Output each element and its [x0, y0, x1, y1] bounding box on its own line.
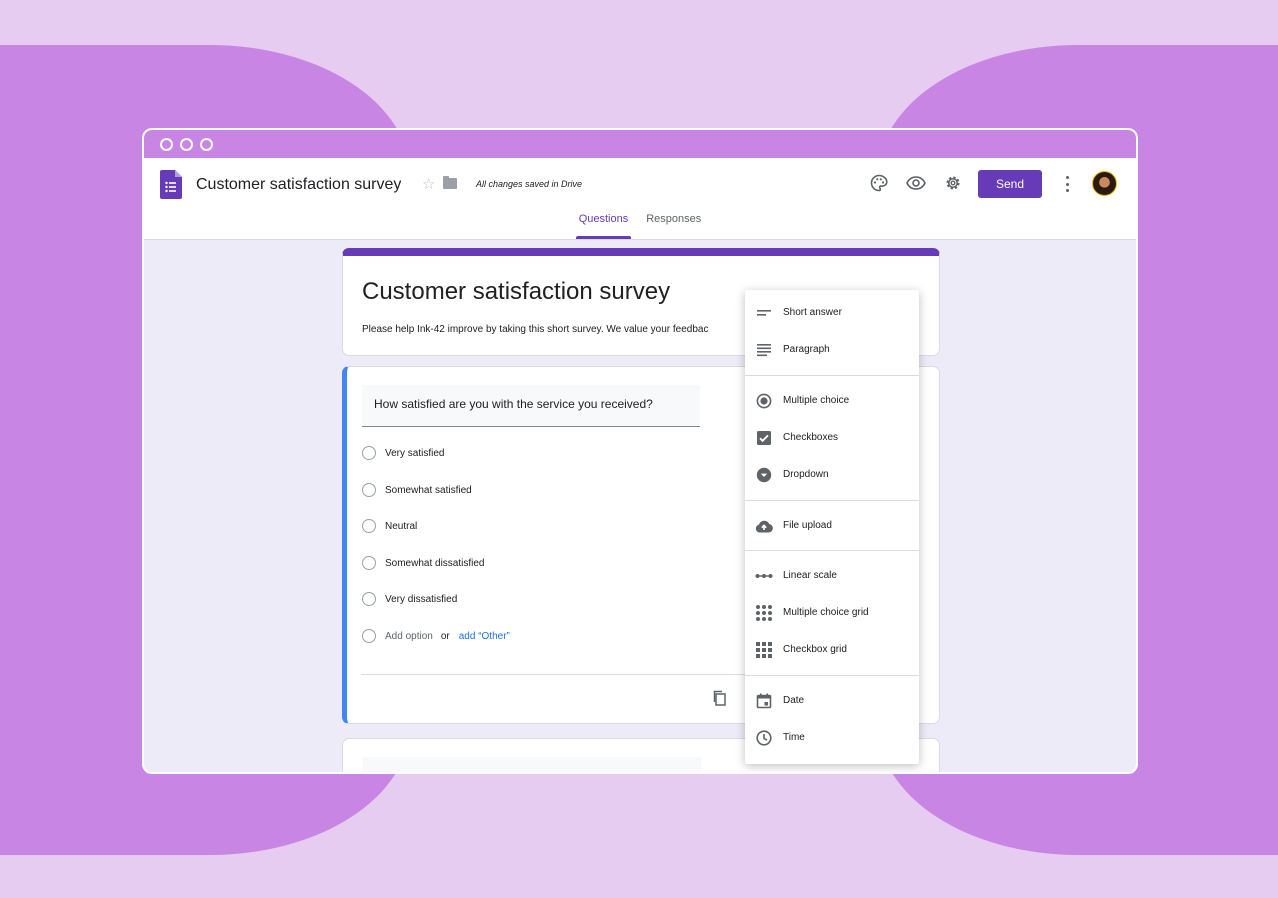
menu-item-time[interactable]: Time: [745, 719, 919, 756]
option-label[interactable]: Somewhat satisfied: [385, 485, 472, 496]
menu-item-file-upload[interactable]: File upload: [745, 507, 919, 544]
option-item[interactable]: Neutral: [362, 519, 417, 533]
tab-questions[interactable]: Questions: [575, 209, 632, 239]
gear-icon[interactable]: [942, 172, 964, 194]
menu-item-multiple-choice-grid[interactable]: Multiple choice grid: [745, 594, 919, 631]
menu-label: File upload: [783, 520, 832, 531]
menu-divider: [745, 675, 919, 676]
menu-label: Date: [783, 695, 805, 706]
menu-item-paragraph[interactable]: Paragraph: [745, 331, 919, 368]
palette-icon[interactable]: [868, 172, 890, 194]
menu-item-dropdown[interactable]: Dropdown: [745, 456, 919, 493]
background-band-top: [0, 0, 1278, 45]
paragraph-icon: [755, 341, 773, 359]
add-option-row: Add option or add “Other”: [362, 629, 510, 643]
window-titlebar: [144, 130, 1136, 158]
calendar-icon: [755, 692, 773, 710]
short-answer-icon: [755, 304, 773, 322]
radio-icon: [362, 629, 376, 643]
radio-button-icon: [755, 392, 773, 410]
menu-label: Linear scale: [783, 570, 837, 581]
next-question-field[interactable]: [363, 757, 701, 772]
option-item[interactable]: Very dissatisfied: [362, 592, 457, 606]
forms-logo-icon[interactable]: [160, 170, 182, 199]
radio-icon: [362, 556, 376, 570]
browser-window: Customer satisfaction survey ☆ All chang…: [142, 128, 1138, 774]
document-title[interactable]: Customer satisfaction survey: [196, 176, 401, 194]
dot-grid-icon: [755, 604, 773, 622]
checkbox-grid-icon: [755, 641, 773, 659]
window-minimize-dot[interactable]: [180, 137, 193, 151]
menu-item-checkboxes[interactable]: Checkboxes: [745, 419, 919, 456]
option-item[interactable]: Somewhat dissatisfied: [362, 556, 485, 570]
option-item[interactable]: Very satisfied: [362, 446, 444, 460]
star-icon[interactable]: ☆: [422, 175, 435, 193]
form-description[interactable]: Please help Ink-42 improve by taking thi…: [362, 324, 746, 335]
forms-app-bar: Customer satisfaction survey ☆ All chang…: [144, 158, 1136, 240]
add-other-link[interactable]: add “Other”: [459, 631, 510, 642]
menu-label: Paragraph: [783, 344, 830, 355]
menu-item-checkbox-grid[interactable]: Checkbox grid: [745, 631, 919, 668]
window-close-dot[interactable]: [160, 137, 173, 151]
radio-icon: [362, 519, 376, 533]
menu-label: Short answer: [783, 307, 842, 318]
linear-scale-icon: [755, 567, 773, 585]
add-option-button[interactable]: Add option: [385, 631, 433, 642]
card-divider: [361, 674, 779, 675]
menu-item-short-answer[interactable]: Short answer: [745, 294, 919, 331]
cloud-upload-icon: [755, 517, 773, 535]
option-label[interactable]: Neutral: [385, 521, 417, 532]
dropdown-icon: [755, 466, 773, 484]
option-label[interactable]: Very satisfied: [385, 448, 444, 459]
form-title[interactable]: Customer satisfaction survey: [362, 278, 670, 306]
menu-label: Time: [783, 732, 805, 743]
question-type-menu: Short answer Paragraph Multiple choice C…: [745, 290, 919, 764]
option-label[interactable]: Very dissatisfied: [385, 594, 457, 605]
option-label[interactable]: Somewhat dissatisfied: [385, 558, 485, 569]
menu-label: Dropdown: [783, 469, 829, 480]
save-status: All changes saved in Drive: [476, 179, 583, 189]
copy-icon[interactable]: [712, 690, 726, 706]
menu-label: Checkboxes: [783, 432, 839, 443]
clock-icon: [755, 729, 773, 747]
avatar[interactable]: [1092, 171, 1117, 196]
radio-icon: [362, 446, 376, 460]
more-vert-icon[interactable]: [1060, 174, 1074, 194]
tab-responses[interactable]: Responses: [643, 209, 704, 239]
question-title-field[interactable]: How satisfied are you with the service y…: [362, 385, 700, 427]
radio-icon: [362, 592, 376, 606]
folder-icon[interactable]: [443, 176, 457, 189]
send-button[interactable]: Send: [978, 170, 1042, 198]
background-band-bottom: [0, 855, 1278, 898]
menu-label: Multiple choice: [783, 395, 850, 406]
menu-item-date[interactable]: Date: [745, 682, 919, 719]
checkbox-icon: [755, 429, 773, 447]
menu-item-linear-scale[interactable]: Linear scale: [745, 557, 919, 594]
menu-divider: [745, 500, 919, 501]
menu-divider: [745, 375, 919, 376]
menu-item-multiple-choice[interactable]: Multiple choice: [745, 382, 919, 419]
or-text: or: [440, 630, 450, 642]
form-tabs: Questions Responses: [144, 209, 1136, 239]
window-maximize-dot[interactable]: [200, 137, 213, 151]
menu-label: Multiple choice grid: [783, 607, 869, 618]
eye-icon[interactable]: [905, 172, 927, 194]
menu-label: Checkbox grid: [783, 644, 847, 655]
menu-divider: [745, 550, 919, 551]
radio-icon: [362, 483, 376, 497]
option-item[interactable]: Somewhat satisfied: [362, 483, 472, 497]
